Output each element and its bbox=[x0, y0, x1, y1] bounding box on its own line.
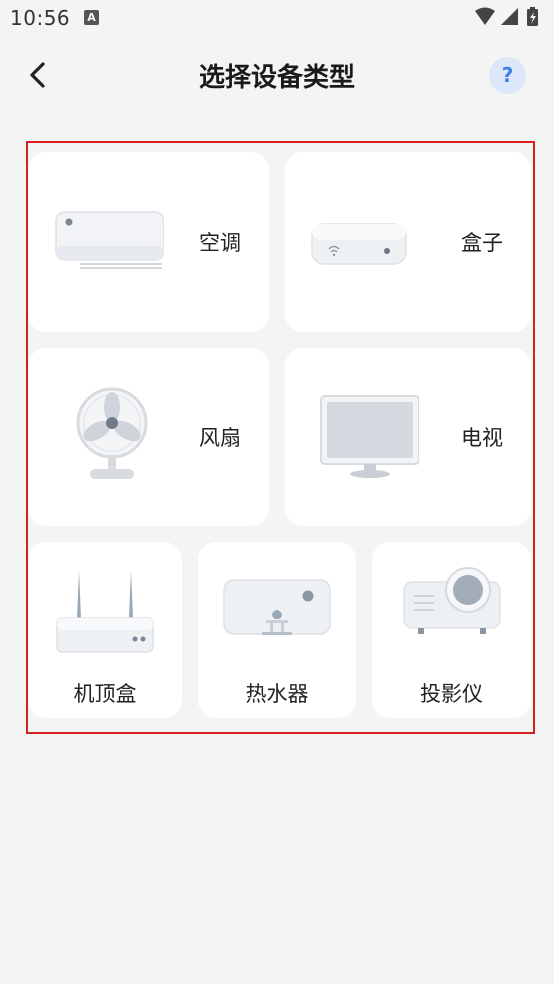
device-card-box[interactable]: 盒子 bbox=[285, 152, 531, 332]
box-icon bbox=[311, 223, 407, 265]
device-card-air-conditioner[interactable]: 空调 bbox=[28, 152, 269, 332]
device-card-projector[interactable]: 投影仪 bbox=[372, 542, 531, 718]
device-card-fan[interactable]: 风扇 bbox=[28, 348, 269, 526]
fan-icon bbox=[76, 387, 148, 479]
device-label: 机顶盒 bbox=[73, 682, 137, 706]
device-label: 电视 bbox=[461, 426, 503, 450]
page-title: 选择设备类型 bbox=[198, 63, 355, 93]
header: 选择设备类型 ? bbox=[0, 40, 554, 110]
device-label: 风扇 bbox=[199, 426, 241, 450]
status-bar: 10:56 A bbox=[0, 0, 554, 36]
projector-icon bbox=[402, 567, 501, 634]
air-conditioner-icon bbox=[55, 211, 164, 269]
device-card-tv[interactable]: 电视 bbox=[285, 348, 531, 526]
device-card-set-top-box[interactable]: 机顶盒 bbox=[28, 542, 182, 718]
set-top-box-icon bbox=[56, 570, 154, 653]
device-label: 盒子 bbox=[461, 231, 503, 255]
status-time: 10:56 bbox=[10, 6, 71, 30]
device-type-grid: 空调 盒子 风扇 电视 机顶盒 热水器 投影仪 bbox=[26, 141, 535, 734]
tv-icon bbox=[320, 395, 419, 478]
wifi-icon bbox=[475, 7, 495, 25]
device-card-water-heater[interactable]: 热水器 bbox=[198, 542, 356, 718]
status-icons bbox=[475, 7, 538, 26]
notification-icon: A bbox=[84, 10, 99, 25]
battery-icon bbox=[527, 7, 538, 26]
device-label: 投影仪 bbox=[420, 682, 483, 706]
device-label: 空调 bbox=[199, 231, 241, 255]
device-label: 热水器 bbox=[245, 682, 309, 706]
water-heater-icon bbox=[223, 579, 331, 635]
signal-icon bbox=[501, 8, 518, 25]
help-button[interactable]: ? bbox=[489, 57, 526, 94]
